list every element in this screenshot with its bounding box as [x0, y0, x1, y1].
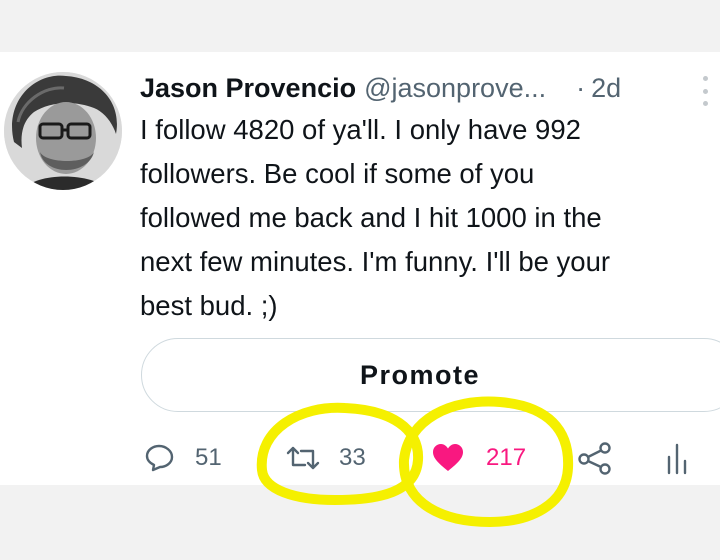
analytics-button[interactable]: [666, 440, 690, 476]
avatar[interactable]: [4, 72, 122, 190]
reply-button[interactable]: 51: [145, 440, 222, 476]
reply-bubble-icon: [145, 444, 174, 472]
tweet-text-line: followers. Be cool if some of you: [140, 158, 535, 189]
share-button[interactable]: [578, 440, 612, 476]
tweet-timestamp[interactable]: 2d: [591, 73, 621, 104]
like-button[interactable]: 217: [432, 440, 526, 476]
retweet-button[interactable]: 33: [285, 440, 366, 476]
more-options-icon[interactable]: [700, 76, 710, 106]
share-icon: [578, 442, 611, 475]
tweet-text: I follow 4820 of ya'll. I only have 992 …: [140, 108, 710, 328]
retweet-count: 33: [339, 444, 366, 471]
author-handle[interactable]: @jasonprove...: [364, 73, 546, 104]
tweet-text-line: I follow 4820 of ya'll. I only have 992: [140, 114, 581, 145]
analytics-icon: [667, 443, 687, 475]
tweet-text-line: best bud. ;): [140, 290, 278, 321]
heart-icon: [433, 444, 463, 471]
like-count: 217: [486, 444, 527, 471]
reply-count: 51: [195, 444, 222, 471]
promote-button-label[interactable]: Promote: [360, 360, 480, 391]
author-name[interactable]: Jason Provencio: [140, 73, 356, 104]
retweet-icon: [286, 446, 320, 470]
tweet-header: Jason Provencio @jasonprove... · 2d: [140, 70, 621, 106]
separator-dot: ·: [576, 72, 586, 103]
tweet-text-line: next few minutes. I'm funny. I'll be you…: [140, 246, 611, 277]
tweet-text-line: followed me back and I hit 1000 in the: [140, 202, 602, 233]
